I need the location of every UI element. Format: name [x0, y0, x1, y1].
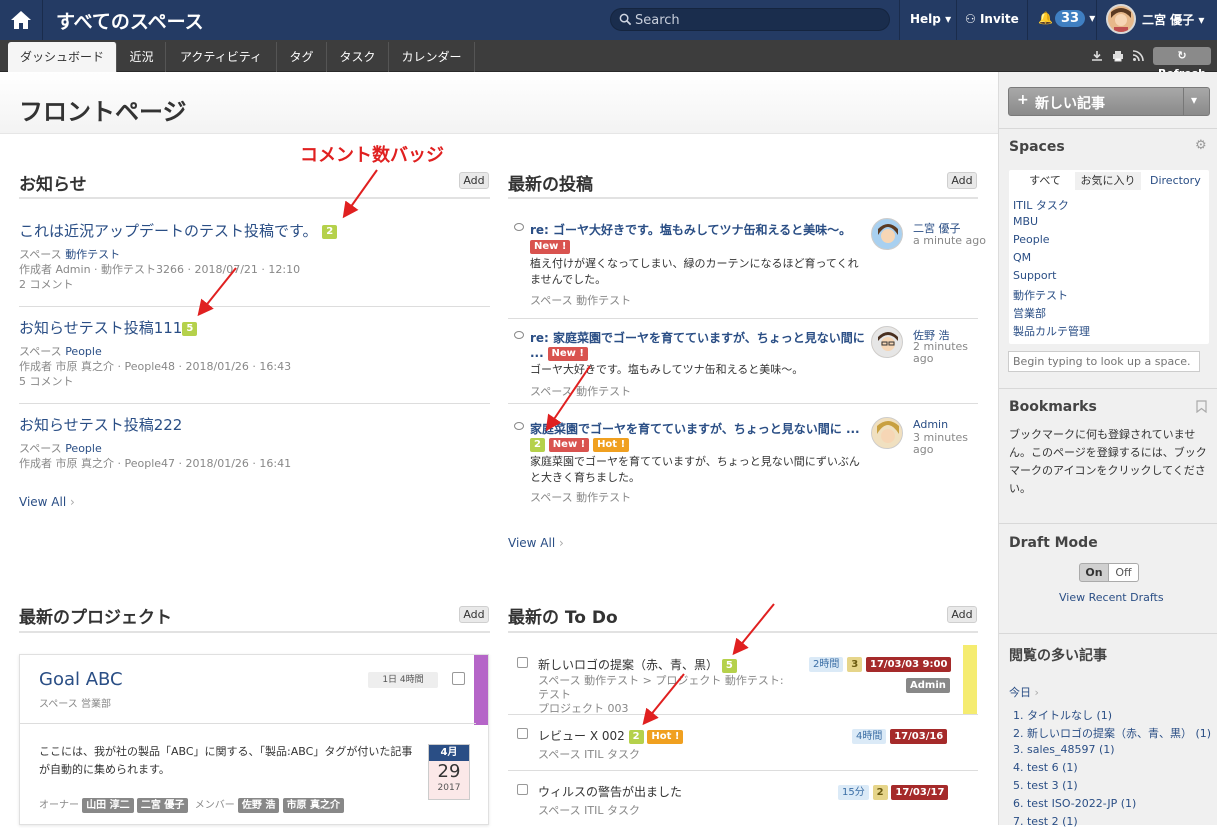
- popular-period[interactable]: 今日 ›: [1009, 684, 1039, 700]
- popular-item[interactable]: 7. test 2 (1): [1013, 815, 1078, 828]
- divider: [999, 388, 1217, 389]
- annotation-arrow: [545, 365, 591, 432]
- popular-item[interactable]: 1. タイトルなし (1): [1013, 707, 1112, 723]
- space-link[interactable]: ITIL タスク: [1013, 197, 1069, 213]
- popular-item[interactable]: 2. 新しいロゴの提案（赤、青、黒） (1): [1013, 725, 1211, 741]
- annotation-arrow: [732, 603, 775, 656]
- spaces-tab-all[interactable]: すべて: [1020, 172, 1070, 190]
- space-link[interactable]: 製品カルテ管理: [1013, 323, 1090, 339]
- popular-item[interactable]: 6. test ISO-2022-JP (1): [1013, 797, 1136, 810]
- space-link[interactable]: QM: [1013, 251, 1031, 264]
- space-link[interactable]: 動作テスト: [1013, 287, 1068, 303]
- draft-off-toggle[interactable]: Off: [1109, 563, 1139, 582]
- popular-item[interactable]: 5. test 3 (1): [1013, 779, 1078, 792]
- new-article-label: 新しい記事: [1035, 96, 1105, 112]
- draft-mode-title: Draft Mode: [1009, 535, 1098, 551]
- divider: [999, 523, 1217, 524]
- view-drafts-link[interactable]: View Recent Drafts: [1059, 591, 1164, 604]
- popular-title: 閲覧の多い記事: [1009, 648, 1107, 664]
- annotation-arrow: [197, 267, 237, 317]
- popular-item[interactable]: 4. test 6 (1): [1013, 761, 1078, 774]
- bookmark-icon[interactable]: [1196, 400, 1207, 413]
- chevron-down-icon[interactable]: ▾: [1191, 93, 1197, 107]
- spaces-tab-favorites[interactable]: お気に入り: [1075, 172, 1141, 190]
- space-link[interactable]: People: [1013, 233, 1050, 246]
- plus-icon: +: [1017, 92, 1029, 108]
- gear-icon[interactable]: ⚙: [1195, 138, 1207, 153]
- spaces-title: Spaces: [1009, 139, 1065, 155]
- divider: [999, 633, 1217, 634]
- divider: [999, 128, 1217, 129]
- draft-on-toggle[interactable]: On: [1079, 563, 1109, 582]
- space-lookup-input[interactable]: [1008, 351, 1200, 372]
- new-article-button[interactable]: + 新しい記事 ▾: [1008, 87, 1210, 116]
- space-link[interactable]: Support: [1013, 269, 1056, 282]
- space-link[interactable]: 営業部: [1013, 305, 1046, 321]
- annotation-arrow: [642, 673, 685, 726]
- bookmarks-title: Bookmarks: [1009, 399, 1097, 415]
- divider: [1183, 88, 1184, 115]
- annotation-arrow: [342, 169, 378, 219]
- bookmarks-empty-text: ブックマークに何も登録されていません。このページを登録するには、ブックマークのア…: [1009, 428, 1207, 495]
- space-link[interactable]: MBU: [1013, 215, 1038, 228]
- popular-item[interactable]: 3. sales_48597 (1): [1013, 743, 1115, 756]
- spaces-tab-directory[interactable]: Directory: [1150, 172, 1201, 190]
- period-label: 今日: [1009, 686, 1031, 699]
- chevron-right-icon: ›: [1034, 686, 1039, 699]
